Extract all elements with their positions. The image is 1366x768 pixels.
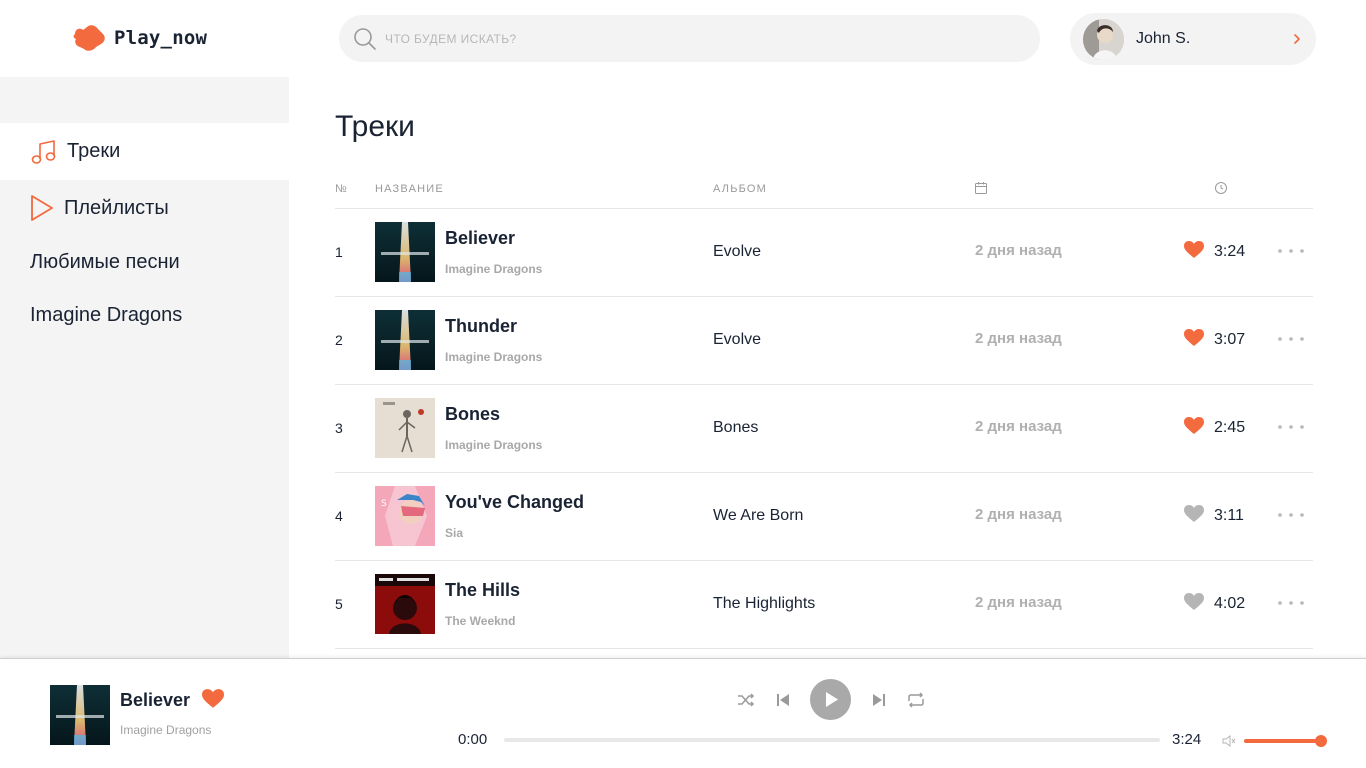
album-cover[interactable] [375,398,435,458]
play-button[interactable] [810,679,851,720]
sidebar-item-tracks[interactable]: Треки [0,123,289,180]
heart-icon[interactable] [1184,505,1204,523]
track-duration: 2:45 [1214,419,1246,436]
logo[interactable]: Play_now [72,22,207,54]
now-playing-title[interactable]: Believer [120,690,190,711]
heart-icon[interactable] [1184,329,1204,347]
progress-bar[interactable] [504,738,1160,742]
track-duration: 3:11 [1214,507,1244,524]
track-duration: 3:24 [1214,243,1246,260]
now-playing-artist[interactable]: Imagine Dragons [120,723,211,737]
table-row[interactable]: 3 Bones Imagine Dragons Bones 2 дня наза… [335,385,1313,473]
track-number: 1 [335,244,343,260]
track-added-date: 2 дня назад [975,506,1062,523]
sidebar-item-label: Любимые песни [30,250,180,273]
track-added-date: 2 дня назад [975,330,1062,347]
track-title[interactable]: Bones [445,404,500,425]
total-time: 3:24 [1172,731,1202,748]
logo-text: Play_now [114,27,208,49]
table-header: № НАЗВАНИЕ АЛЬБОМ [335,178,1313,209]
table-row[interactable]: 5 The Hills The Weeknd The Highlights 2 … [335,561,1313,649]
repeat-icon[interactable] [906,690,926,710]
page-title: Треки [335,110,415,143]
more-options-icon[interactable] [1277,242,1305,260]
volume-handle[interactable] [1315,735,1327,747]
track-album[interactable]: The Highlights [713,595,815,613]
heart-icon[interactable] [1184,417,1204,435]
now-playing-cover[interactable] [50,685,110,745]
play-icon [31,195,53,221]
sidebar-item-playlists[interactable]: Плейлисты [0,180,289,236]
column-header-num: № [335,183,349,195]
heart-icon[interactable] [202,689,224,709]
calendar-icon[interactable] [974,181,988,195]
svg-text:S: S [381,499,387,509]
search-input[interactable] [385,31,985,46]
current-time: 0:00 [458,731,488,748]
sidebar-item-imagine-dragons[interactable]: Imagine Dragons [0,288,289,342]
user-name[interactable]: John S. [1136,30,1190,48]
avatar[interactable] [1083,18,1124,60]
search-bar[interactable] [339,15,1040,62]
table-row[interactable]: 1 Believer Imagine Dragons Evolve 2 дня … [335,209,1313,297]
track-added-date: 2 дня назад [975,242,1062,259]
column-header-album[interactable]: АЛЬБОМ [713,183,767,195]
column-header-name[interactable]: НАЗВАНИЕ [375,183,444,195]
clock-icon[interactable] [1214,181,1228,195]
table-row[interactable]: 4 S You've Changed Sia We Are Born 2 дня… [335,473,1313,561]
track-number: 2 [335,332,343,348]
track-title[interactable]: Thunder [445,316,517,337]
more-options-icon[interactable] [1277,330,1305,348]
next-icon[interactable] [871,691,887,709]
music-note-icon [31,139,56,164]
track-artist[interactable]: Imagine Dragons [445,438,542,452]
track-number: 5 [335,596,343,612]
track-added-date: 2 дня назад [975,418,1062,435]
sidebar-item-favorites[interactable]: Любимые песни [0,236,289,288]
track-artist[interactable]: The Weeknd [445,614,515,628]
track-artist[interactable]: Sia [445,526,463,540]
track-title[interactable]: Believer [445,228,515,249]
track-duration: 3:07 [1214,331,1246,348]
album-cover[interactable] [375,222,435,282]
table-row[interactable]: 2 Thunder Imagine Dragons Evolve 2 дня н… [335,297,1313,385]
track-album[interactable]: Bones [713,419,758,437]
more-options-icon[interactable] [1277,418,1305,436]
track-album[interactable]: Evolve [713,331,761,349]
track-duration: 4:02 [1214,595,1246,612]
track-list: 1 Believer Imagine Dragons Evolve 2 дня … [335,209,1313,649]
more-options-icon[interactable] [1277,506,1305,524]
sidebar-item-label: Треки [67,140,121,162]
sidebar-item-label: Imagine Dragons [30,303,183,326]
user-menu[interactable]: John S. [1070,13,1316,65]
avatar-image [1083,18,1124,60]
album-cover[interactable]: S [375,486,435,546]
chevron-right-icon[interactable] [1290,29,1304,49]
track-number: 3 [335,420,343,436]
heart-icon[interactable] [1184,241,1204,259]
volume-fill [1244,739,1321,743]
shuffle-icon[interactable] [736,690,756,710]
track-artist[interactable]: Imagine Dragons [445,350,542,364]
search-icon[interactable] [353,27,377,51]
track-title[interactable]: The Hills [445,580,520,601]
track-album[interactable]: We Are Born [713,507,803,525]
track-number: 4 [335,508,343,524]
heart-icon[interactable] [1184,593,1204,611]
player-bar: Believer Imagine Dragons 0:00 3:24 [0,658,1366,768]
track-added-date: 2 дня назад [975,594,1062,611]
album-cover[interactable] [375,574,435,634]
sidebar: Треки Плейлисты Любимые песни Imagine Dr… [0,77,289,658]
album-cover[interactable] [375,310,435,370]
sidebar-item-label: Плейлисты [64,196,169,219]
track-title[interactable]: You've Changed [445,492,584,513]
track-artist[interactable]: Imagine Dragons [445,262,542,276]
volume-icon[interactable] [1221,733,1237,749]
track-album[interactable]: Evolve [713,243,761,261]
previous-icon[interactable] [775,691,791,709]
more-options-icon[interactable] [1277,594,1305,612]
play-icon [826,692,838,707]
logo-icon [73,25,105,51]
volume-slider[interactable] [1244,735,1327,747]
